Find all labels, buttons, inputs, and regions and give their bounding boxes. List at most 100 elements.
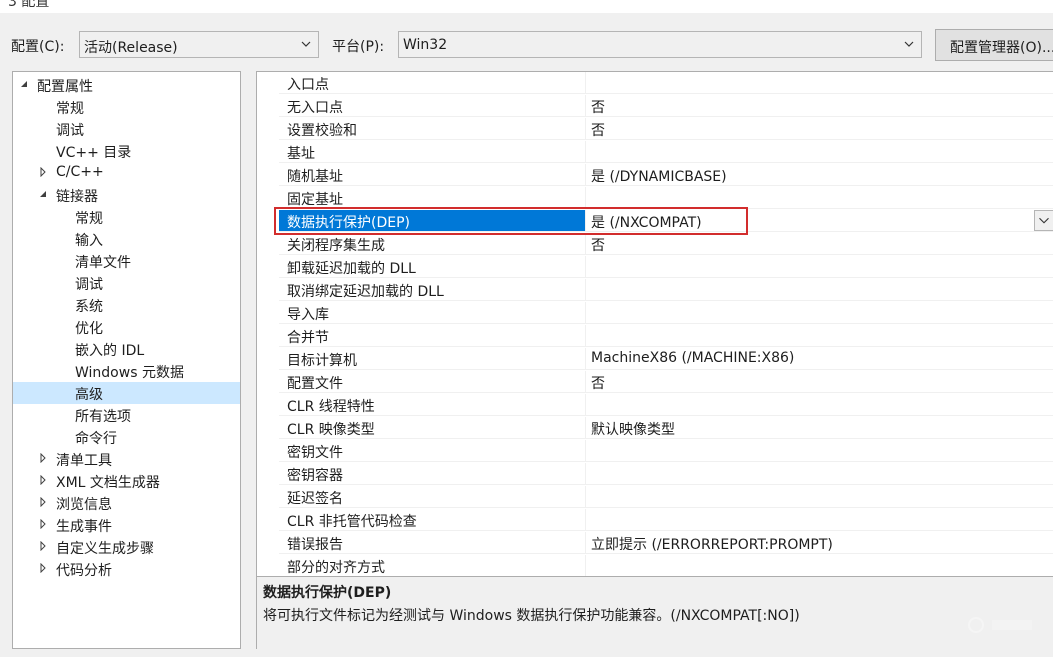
property-name-cell[interactable]: 延迟签名 xyxy=(279,486,586,508)
property-name-cell[interactable]: 入口点 xyxy=(279,72,586,94)
property-name-cell[interactable]: 固定基址 xyxy=(279,187,586,209)
property-row[interactable]: 卸载延迟加载的 DLL xyxy=(279,256,1053,279)
tree-item[interactable]: 配置属性 xyxy=(13,74,240,96)
property-value-cell[interactable] xyxy=(586,555,1053,576)
property-value-cell[interactable]: 否 xyxy=(586,118,1053,140)
tree-item[interactable]: 链接器 xyxy=(13,184,240,206)
property-name-cell[interactable]: 取消绑定延迟加载的 DLL xyxy=(279,279,586,301)
property-name-cell[interactable]: 卸载延迟加载的 DLL xyxy=(279,256,586,278)
tree-item[interactable]: 调试 xyxy=(13,272,240,294)
property-value-cell[interactable]: 立即提示 (/ERRORREPORT:PROMPT) xyxy=(586,532,1053,554)
property-row[interactable]: 密钥文件 xyxy=(279,440,1053,463)
property-row[interactable]: CLR 线程特性 xyxy=(279,394,1053,417)
tree-item[interactable]: 常规 xyxy=(13,96,240,118)
property-row[interactable]: 取消绑定延迟加载的 DLL xyxy=(279,279,1053,302)
tree-item[interactable]: 自定义生成步骤 xyxy=(13,536,240,558)
property-value-cell[interactable]: 否 xyxy=(586,371,1053,393)
property-name-cell[interactable]: 设置校验和 xyxy=(279,118,586,140)
tree-item[interactable]: 所有选项 xyxy=(13,404,240,426)
property-row[interactable]: 目标计算机 MachineX86 (/MACHINE:X86) xyxy=(279,348,1053,371)
property-name-cell[interactable]: 配置文件 xyxy=(279,371,586,393)
tree-item[interactable]: 命令行 xyxy=(13,426,240,448)
property-value-cell[interactable] xyxy=(586,72,1053,94)
tree-item[interactable]: 嵌入的 IDL xyxy=(13,338,240,360)
configuration-manager-button[interactable]: 配置管理器(O)... xyxy=(935,29,1053,61)
property-name-cell[interactable]: 随机基址 xyxy=(279,164,586,186)
property-value-cell[interactable] xyxy=(586,486,1053,508)
tree-item[interactable]: VC++ 目录 xyxy=(13,140,240,162)
tree-item[interactable]: XML 文档生成器 xyxy=(13,470,240,492)
property-name-cell[interactable]: 错误报告 xyxy=(279,532,586,554)
property-value-cell[interactable] xyxy=(586,394,1053,416)
property-row[interactable]: 延迟签名 xyxy=(279,486,1053,509)
property-name-cell[interactable]: CLR 映像类型 xyxy=(279,417,586,439)
expanded-triangle-icon[interactable] xyxy=(19,79,29,89)
property-name-cell[interactable]: 无入口点 xyxy=(279,95,586,117)
property-name-cell[interactable]: 数据执行保护(DEP) xyxy=(279,210,586,232)
property-value-cell[interactable]: 否 xyxy=(586,233,1053,255)
property-value-cell[interactable]: MachineX86 (/MACHINE:X86) xyxy=(586,348,1053,370)
collapsed-triangle-icon[interactable] xyxy=(38,497,48,507)
property-row[interactable]: 导入库 xyxy=(279,302,1053,325)
tree-item[interactable]: 常规 xyxy=(13,206,240,228)
property-name-cell[interactable]: 关闭程序集生成 xyxy=(279,233,586,255)
property-row[interactable]: 固定基址 xyxy=(279,187,1053,210)
property-value-cell[interactable] xyxy=(586,256,1053,278)
property-row[interactable]: 无入口点 否 xyxy=(279,95,1053,118)
property-row[interactable]: 设置校验和 否 xyxy=(279,118,1053,141)
property-value-cell[interactable] xyxy=(586,325,1053,347)
property-value-cell[interactable]: 默认映像类型 xyxy=(586,417,1053,439)
property-row[interactable]: 基址 xyxy=(279,141,1053,164)
tree-item[interactable]: 清单工具 xyxy=(13,448,240,470)
property-row[interactable]: 随机基址 是 (/DYNAMICBASE) xyxy=(279,164,1053,187)
property-value-cell[interactable] xyxy=(586,440,1053,462)
property-value-cell[interactable] xyxy=(586,187,1053,209)
tree-item[interactable]: 输入 xyxy=(13,228,240,250)
property-row[interactable]: CLR 映像类型 默认映像类型 xyxy=(279,417,1053,440)
property-name-cell[interactable]: 导入库 xyxy=(279,302,586,324)
property-grid[interactable]: 入口点 无入口点否设置校验和否基址 随机基址是 (/DYNAMICBASE) 固定基址… xyxy=(256,71,1053,576)
property-name-cell[interactable]: CLR 线程特性 xyxy=(279,394,586,416)
tree-item[interactable]: 清单文件 xyxy=(13,250,240,272)
property-name-cell[interactable]: CLR 非托管代码检查 xyxy=(279,509,586,531)
property-row[interactable]: 数据执行保护(DEP) 是 (/NXCOMPAT) xyxy=(279,210,1053,233)
property-row[interactable]: 错误报告 立即提示 (/ERRORREPORT:PROMPT) xyxy=(279,532,1053,555)
platform-dropdown[interactable]: Win32 xyxy=(398,31,922,58)
property-value-cell[interactable] xyxy=(586,279,1053,301)
property-name-cell[interactable]: 密钥容器 xyxy=(279,463,586,485)
property-row[interactable]: 配置文件 否 xyxy=(279,371,1053,394)
property-tree[interactable]: 配置属性 常规 调试 VC++ 目录 C/C++ 链接器 常规 输入 清单文件 调试 系统 优化 嵌入的… xyxy=(12,71,241,649)
collapsed-triangle-icon[interactable] xyxy=(38,541,48,551)
tree-item[interactable]: 优化 xyxy=(13,316,240,338)
tree-item[interactable]: 调试 xyxy=(13,118,240,140)
value-dropdown-button[interactable] xyxy=(1034,210,1053,231)
property-row[interactable]: CLR 非托管代码检查 xyxy=(279,509,1053,532)
collapsed-triangle-icon[interactable] xyxy=(38,563,48,573)
property-value-cell[interactable]: 否 xyxy=(586,95,1053,117)
property-value-cell[interactable] xyxy=(586,463,1053,485)
collapsed-triangle-icon[interactable] xyxy=(38,519,48,529)
collapsed-triangle-icon[interactable] xyxy=(38,475,48,485)
property-row[interactable]: 入口点 xyxy=(279,72,1053,95)
property-name-cell[interactable]: 目标计算机 xyxy=(279,348,586,370)
tree-item[interactable]: 代码分析 xyxy=(13,558,240,580)
property-row[interactable]: 合并节 xyxy=(279,325,1053,348)
property-name-cell[interactable]: 密钥文件 xyxy=(279,440,586,462)
tree-item[interactable]: Windows 元数据 xyxy=(13,360,240,382)
property-value-cell[interactable] xyxy=(586,302,1053,324)
collapsed-triangle-icon[interactable] xyxy=(38,453,48,463)
property-value-cell[interactable] xyxy=(586,141,1053,163)
tree-item[interactable]: 生成事件 xyxy=(13,514,240,536)
property-value-cell[interactable] xyxy=(586,509,1053,531)
property-row[interactable]: 密钥容器 xyxy=(279,463,1053,486)
tree-item[interactable]: 浏览信息 xyxy=(13,492,240,514)
tree-item[interactable]: 系统 xyxy=(13,294,240,316)
config-dropdown[interactable]: 活动(Release) xyxy=(79,31,319,58)
expanded-triangle-icon[interactable] xyxy=(38,189,48,199)
tree-item[interactable]: C/C++ xyxy=(13,162,240,184)
property-name-cell[interactable]: 基址 xyxy=(279,141,586,163)
property-name-cell[interactable]: 合并节 xyxy=(279,325,586,347)
property-row[interactable]: 关闭程序集生成 否 xyxy=(279,233,1053,256)
property-value-cell[interactable]: 是 (/NXCOMPAT) xyxy=(586,210,1053,232)
property-row[interactable]: 部分的对齐方式 xyxy=(279,555,1053,576)
